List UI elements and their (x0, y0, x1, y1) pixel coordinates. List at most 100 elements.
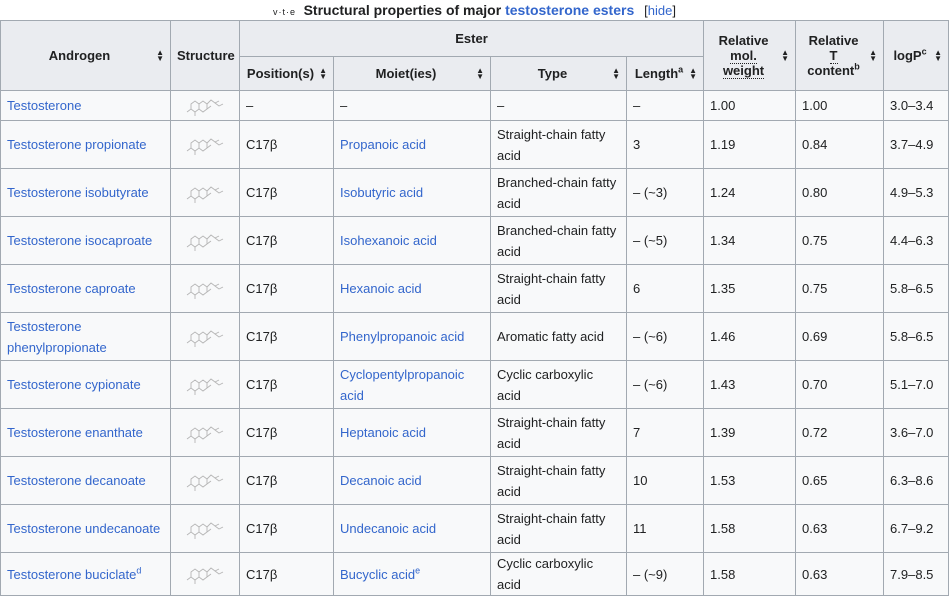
footnote-ref[interactable]: e (415, 565, 420, 575)
chemical-structure-thumbnail[interactable] (185, 230, 225, 252)
moiety-link[interactable]: Decanoic acid (340, 473, 422, 488)
header-structure-label: Structure (177, 48, 235, 63)
header-logp[interactable]: logPc ▲ ▼ (883, 20, 949, 91)
sort-arrows-icon[interactable]: ▲ ▼ (612, 66, 620, 80)
cell-type: Cyclic carboxylic acid (490, 552, 627, 596)
navbox-edit-link[interactable]: e (290, 7, 296, 17)
sort-arrows-icon[interactable]: ▲ ▼ (476, 66, 484, 80)
moiety-link[interactable]: Bucyclic acid (340, 567, 415, 582)
cell-androgen: Testosterone enanthate (0, 408, 171, 457)
sort-arrows-icon[interactable]: ▲ ▼ (156, 48, 164, 62)
cell-structure (170, 456, 240, 505)
header-relative-t-content[interactable]: Relative Tcontentb ▲ ▼ (795, 20, 885, 91)
header-moieties[interactable]: Moiet(ies) ▲ ▼ (333, 56, 491, 91)
androgen-link[interactable]: Testosterone caproate (7, 281, 136, 296)
navbox-links: v·t·e (273, 7, 297, 17)
chemical-structure-thumbnail[interactable] (185, 182, 225, 204)
cell-rel-t-content: 0.75 (795, 216, 885, 265)
moiety-link[interactable]: Isohexanoic acid (340, 233, 437, 248)
moiety-link[interactable]: Hexanoic acid (340, 281, 422, 296)
cell-moiety: Phenylpropanoic acid (333, 312, 491, 361)
cell-structure (170, 264, 240, 313)
cell-logp: 6.3–8.6 (883, 456, 949, 505)
androgen-link[interactable]: Testosterone decanoate (7, 473, 146, 488)
cell-rel-mol-weight: 1.00 (703, 90, 797, 121)
table-row: Testosterone – – – – 1.00 1.00 3.0–3.4 (0, 90, 949, 121)
moiety-link[interactable]: Isobutyric acid (340, 185, 423, 200)
androgen-link[interactable]: Testosterone enanthate (7, 425, 143, 440)
cell-logp: 3.0–3.4 (883, 90, 949, 121)
chemical-structure-thumbnail[interactable] (185, 95, 225, 117)
chemical-structure-thumbnail[interactable] (185, 422, 225, 444)
header-androgen[interactable]: Androgen ▲ ▼ (0, 20, 171, 91)
moiety-link[interactable]: Undecanoic acid (340, 521, 436, 536)
header-length[interactable]: Lengtha ▲ ▼ (625, 56, 705, 91)
header-positions-label: Position(s) (246, 66, 315, 81)
cell-position: C17β (239, 168, 334, 217)
table-row: Testosterone decanoate C17β Decanoic aci… (0, 456, 949, 505)
footnote-c[interactable]: c (922, 47, 927, 57)
cell-length: 3 (625, 120, 705, 169)
cell-rel-t-content: 0.65 (795, 456, 885, 505)
moiety-link[interactable]: Heptanoic acid (340, 425, 426, 440)
chemical-structure-thumbnail[interactable] (185, 518, 225, 540)
cell-moiety: Propanoic acid (333, 120, 491, 169)
cell-structure (170, 120, 240, 169)
cell-moiety: Heptanoic acid (333, 408, 491, 457)
cell-logp: 5.8–6.5 (883, 312, 949, 361)
header-relative-mol-weight[interactable]: Relative mol. weight ▲ ▼ (703, 20, 797, 91)
sort-arrows-icon[interactable]: ▲ ▼ (689, 66, 697, 80)
cell-position: C17β (239, 552, 334, 596)
cell-structure (170, 408, 240, 457)
chemical-structure-thumbnail[interactable] (185, 470, 225, 492)
androgen-link[interactable]: Testosterone undecanoate (7, 521, 160, 536)
testosterone-esters-link[interactable]: testosterone esters (505, 2, 634, 18)
hide-link[interactable]: hide (648, 3, 673, 18)
chemical-structure-thumbnail[interactable] (185, 278, 225, 300)
androgen-link[interactable]: Testosterone isocaproate (7, 233, 152, 248)
sort-arrows-icon[interactable]: ▲ ▼ (781, 48, 789, 62)
sort-arrows-icon[interactable]: ▲ ▼ (934, 48, 942, 62)
cell-logp: 4.4–6.3 (883, 216, 949, 265)
cell-androgen: Testosterone buciclated (0, 552, 171, 596)
navbox-talk-link[interactable]: t (283, 7, 287, 17)
sort-arrows-icon[interactable]: ▲ ▼ (869, 48, 877, 62)
androgen-link[interactable]: Testosterone (7, 98, 81, 113)
chemical-structure-thumbnail[interactable] (185, 374, 225, 396)
moiety-link[interactable]: Phenylpropanoic acid (340, 329, 464, 344)
navbox-view-link[interactable]: v (273, 7, 279, 17)
cell-structure (170, 216, 240, 265)
cell-length: – (~3) (625, 168, 705, 217)
header-moieties-label: Moiet(ies) (375, 66, 437, 81)
cell-rel-mol-weight: 1.43 (703, 360, 797, 409)
cell-structure (170, 360, 240, 409)
androgen-link[interactable]: Testosterone propionate (7, 137, 146, 152)
chemical-structure-thumbnail[interactable] (185, 326, 225, 348)
footnote-b[interactable]: b (854, 62, 860, 72)
cell-rel-t-content: 0.69 (795, 312, 885, 361)
cell-androgen: Testosterone (0, 90, 171, 121)
cell-rel-mol-weight: 1.46 (703, 312, 797, 361)
androgen-link[interactable]: Testosterone phenylpropionate (7, 319, 107, 355)
androgen-link[interactable]: Testosterone buciclate (7, 567, 136, 582)
cell-moiety: Isobutyric acid (333, 168, 491, 217)
chemical-structure-thumbnail[interactable] (185, 563, 225, 585)
cell-structure (170, 312, 240, 361)
footnote-ref[interactable]: d (136, 565, 141, 575)
cell-position: C17β (239, 216, 334, 265)
cell-type: Straight-chain fatty acid (490, 504, 627, 553)
cell-moiety: Isohexanoic acid (333, 216, 491, 265)
cell-moiety: Bucyclic acide (333, 552, 491, 596)
cell-rel-t-content: 0.72 (795, 408, 885, 457)
moiety-link[interactable]: Cyclopentylpropanoic acid (340, 367, 464, 403)
header-positions[interactable]: Position(s) ▲ ▼ (239, 56, 334, 91)
cell-position: C17β (239, 456, 334, 505)
moiety-link[interactable]: Propanoic acid (340, 137, 426, 152)
sort-arrows-icon[interactable]: ▲ ▼ (319, 66, 327, 80)
footnote-a[interactable]: a (678, 65, 683, 75)
androgen-link[interactable]: Testosterone cypionate (7, 377, 141, 392)
androgen-link[interactable]: Testosterone isobutyrate (7, 185, 149, 200)
chemical-structure-thumbnail[interactable] (185, 134, 225, 156)
header-type[interactable]: Type ▲ ▼ (490, 56, 627, 91)
table-row: Testosterone isobutyrate C17β Isobutyric… (0, 168, 949, 217)
